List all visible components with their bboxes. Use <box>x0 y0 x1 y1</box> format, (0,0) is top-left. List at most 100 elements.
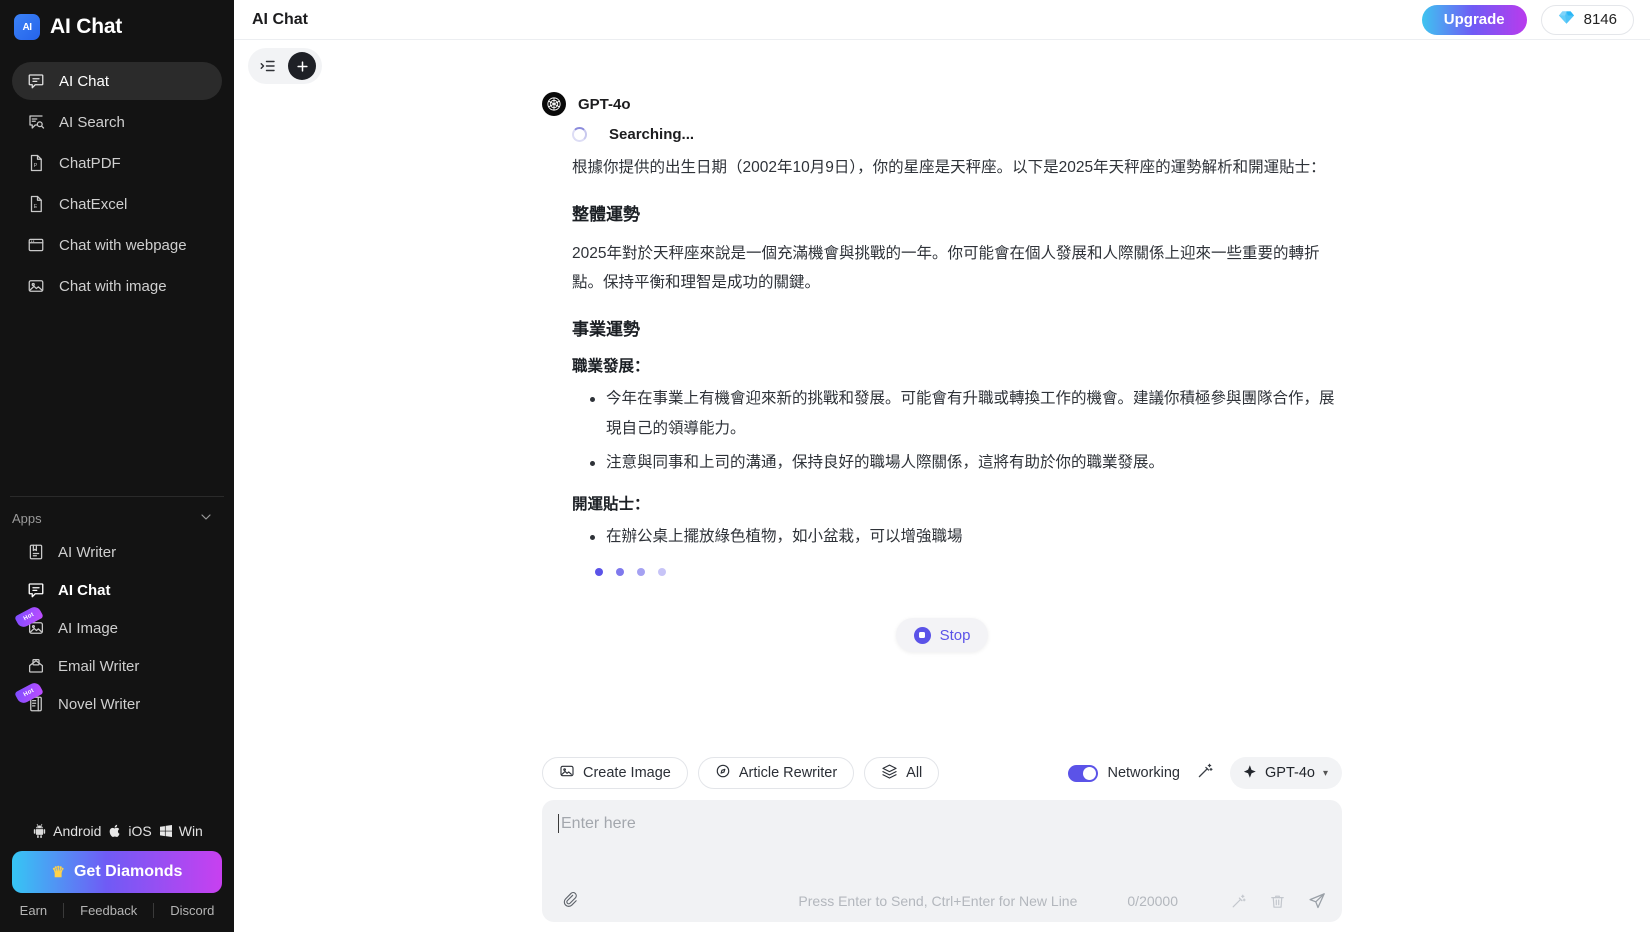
apps-section-label: Apps <box>12 511 42 526</box>
new-chat-plus-icon[interactable] <box>288 52 316 80</box>
sidebar-item-chat-with-webpage[interactable]: Chat with webpage <box>12 226 222 264</box>
chip-create-image[interactable]: Create Image <box>542 757 688 789</box>
chip-all[interactable]: All <box>864 757 940 789</box>
sidebar-item-label: Chat with webpage <box>59 236 187 254</box>
section-heading-overall: 整體運勢 <box>572 205 640 224</box>
send-icon[interactable] <box>1308 892 1326 910</box>
model-selector[interactable]: GPT-4o ▾ <box>1230 757 1342 789</box>
sidebar-item-chatexcel[interactable]: E ChatExcel <box>12 185 222 223</box>
footer-link-feedback[interactable]: Feedback <box>63 903 153 918</box>
writer-icon <box>26 543 45 562</box>
platform-android[interactable]: Android <box>31 822 101 839</box>
input-footer: Press Enter to Send, Ctrl+Enter for New … <box>558 890 1326 912</box>
character-counter: 0/20000 <box>1127 893 1178 909</box>
platform-label: Win <box>178 822 203 839</box>
app-item-email-writer[interactable]: Email Writer <box>12 648 222 684</box>
app-item-ai-chat[interactable]: AI Chat <box>12 572 222 608</box>
sidebar-item-label: ChatPDF <box>59 154 121 172</box>
svg-text:E: E <box>33 204 37 210</box>
svg-text:P: P <box>33 163 37 169</box>
sidebar-item-label: AI Search <box>59 113 125 131</box>
sidebar-footer-links: Earn Feedback Discord <box>0 903 234 932</box>
sidebar: AI AI Chat AI Chat AI Search P ChatPDF E… <box>0 0 234 932</box>
sidebar-item-ai-chat[interactable]: AI Chat <box>12 62 222 100</box>
search-doc-icon <box>26 113 45 132</box>
typing-dot <box>616 568 624 576</box>
apps-list: AI Writer AI Chat Hot AI Image Email Wri… <box>0 534 234 724</box>
typing-dot <box>658 568 666 576</box>
apps-section-header[interactable]: Apps <box>0 497 234 534</box>
credits-value: 8146 <box>1583 11 1617 28</box>
app-item-label: AI Writer <box>58 543 117 561</box>
stop-button-wrap: Stop <box>234 618 1650 652</box>
subheading-lucky-tips: 開運貼士： <box>572 496 650 513</box>
input-placeholder-row: Enter here <box>558 814 1326 833</box>
send-hint: Press Enter to Send, Ctrl+Enter for New … <box>798 893 1078 909</box>
chip-article-rewriter[interactable]: Article Rewriter <box>697 757 855 789</box>
trash-icon[interactable] <box>1269 893 1286 910</box>
topbar: AI Chat Upgrade 8146 <box>234 0 1650 40</box>
main-area: AI Chat Upgrade 8146 GPT-4o Searching...… <box>234 0 1650 932</box>
brand-title: AI Chat <box>50 15 123 38</box>
networking-toggle[interactable]: Networking <box>1068 764 1180 782</box>
chat-toolbar-row <box>234 40 1650 84</box>
app-item-ai-writer[interactable]: AI Writer <box>12 534 222 570</box>
crown-icon: ♛ <box>51 864 65 881</box>
sidebar-item-ai-search[interactable]: AI Search <box>12 103 222 141</box>
section-paragraph-overall: 2025年對於天秤座來說是一個充滿機會與挑戰的一年。你可能會在個人發展和人際關係… <box>572 245 1320 291</box>
list-item: 注意與同事和上司的溝通，保持良好的職場人際關係，這將有助於你的職業發展。 <box>572 448 1342 478</box>
sidebar-item-chatpdf[interactable]: P ChatPDF <box>12 144 222 182</box>
chevron-down-icon[interactable] <box>198 509 214 528</box>
model-selector-label: GPT-4o <box>1265 765 1315 781</box>
email-icon <box>26 657 45 676</box>
brand: AI AI Chat <box>0 0 234 50</box>
app-root: AI AI Chat AI Chat AI Search P ChatPDF E… <box>0 0 1650 932</box>
composer-footer-icons <box>1230 892 1326 910</box>
footer-link-earn[interactable]: Earn <box>4 903 63 918</box>
magic-wand-icon[interactable] <box>1230 893 1247 910</box>
message-input-box[interactable]: Enter here Press Enter to Send, Ctrl+Ent… <box>542 800 1342 922</box>
toggle-switch[interactable] <box>1068 764 1099 782</box>
assistant-message: GPT-4o Searching... 根據你提供的出生日期（2002年10月9… <box>542 84 1342 576</box>
magic-wand-icon <box>1196 762 1214 785</box>
footer-link-discord[interactable]: Discord <box>153 903 230 918</box>
platform-ios[interactable]: iOS <box>107 823 152 839</box>
image-icon <box>26 277 45 296</box>
career-bullet-list: 今年在事業上有機會迎來新的挑戰和發展。可能會有升職或轉換工作的機會。建議你積極參… <box>572 384 1342 478</box>
chat-bubble-icon <box>26 581 45 600</box>
attach-file-button[interactable] <box>558 890 580 912</box>
get-diamonds-label: Get Diamonds <box>73 863 183 880</box>
android-icon <box>31 822 48 839</box>
stop-button[interactable]: Stop <box>895 618 989 652</box>
upgrade-button[interactable]: Upgrade <box>1421 4 1527 35</box>
app-item-novel-writer[interactable]: Hot Novel Writer <box>12 680 222 722</box>
sidebar-item-chat-with-image[interactable]: Chat with image <box>12 267 222 305</box>
typing-indicator <box>572 568 1342 576</box>
message-body: Searching... 根據你提供的出生日期（2002年10月9日），你的星座… <box>542 126 1342 576</box>
magic-wand-button[interactable] <box>1192 760 1218 786</box>
platform-windows[interactable]: Win <box>158 823 203 839</box>
get-diamonds-button[interactable]: ♛ Get Diamonds <box>12 851 222 893</box>
app-item-ai-image[interactable]: Hot AI Image <box>12 604 222 646</box>
chat-bubble-icon <box>26 72 45 91</box>
stop-square-icon <box>913 626 931 644</box>
subheading-career-development: 職業發展： <box>572 358 650 375</box>
list-item: 今年在事業上有機會迎來新的挑戰和發展。可能會有升職或轉換工作的機會。建議你積極參… <box>572 384 1342 444</box>
app-item-label: AI Image <box>58 619 119 637</box>
lucky-tips-bullet-list: 在辦公桌上擺放綠色植物，如小盆栽，可以增強職場 <box>572 522 1342 552</box>
list-indent-icon[interactable] <box>254 52 282 80</box>
sidebar-item-label: ChatExcel <box>59 195 128 213</box>
platform-label: Android <box>53 822 102 839</box>
page-title: AI Chat <box>252 10 308 28</box>
intro-paragraph: 根據你提供的出生日期（2002年10月9日），你的星座是天秤座。以下是2025年… <box>572 159 1326 176</box>
openai-logo-icon <box>542 92 566 116</box>
apple-icon <box>107 823 123 839</box>
platform-links: Android iOS Win <box>0 822 234 851</box>
searching-label: Searching... <box>609 126 695 143</box>
credits-badge[interactable]: 8146 <box>1540 4 1634 35</box>
chip-label: Article Rewriter <box>738 765 838 781</box>
rewrite-icon <box>715 763 731 783</box>
conversation-panel[interactable]: GPT-4o Searching... 根據你提供的出生日期（2002年10月9… <box>234 84 1650 757</box>
app-logo-text: AI <box>22 21 33 33</box>
